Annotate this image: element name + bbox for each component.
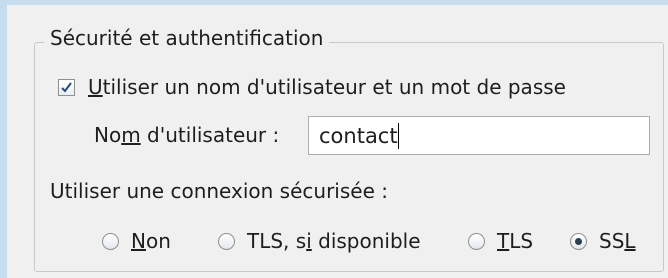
- use-credentials-checkbox[interactable]: Utiliser un nom d'utilisateur et un mot …: [58, 74, 566, 100]
- username-value: contact: [319, 124, 398, 148]
- radio-option-tls-if-available[interactable]: TLS, si disponible: [218, 228, 421, 254]
- checkmark-icon: [61, 81, 72, 93]
- radio-label-tls-if-available[interactable]: TLS, si disponible: [247, 228, 421, 254]
- connection-label: Utiliser une connexion sécurisée :: [50, 179, 388, 203]
- radio-button[interactable]: [102, 232, 119, 250]
- radio-label-tls[interactable]: TLS: [497, 228, 533, 254]
- radio-button[interactable]: [468, 232, 485, 250]
- radio-button[interactable]: [570, 232, 587, 250]
- radio-label-none[interactable]: Non: [131, 228, 171, 254]
- window-border-left: [0, 0, 7, 278]
- username-label: Nom d'utilisateur :: [94, 123, 280, 147]
- radio-label-ssl[interactable]: SSL: [599, 228, 636, 254]
- username-input[interactable]: contact: [308, 116, 650, 155]
- radio-option-ssl[interactable]: SSL: [570, 228, 636, 254]
- window-border-top: [0, 0, 668, 5]
- checkbox-box[interactable]: [58, 78, 75, 96]
- radio-button[interactable]: [218, 232, 235, 250]
- use-credentials-label[interactable]: Utiliser un nom d'utilisateur et un mot …: [88, 74, 566, 100]
- radio-option-tls[interactable]: TLS: [468, 228, 533, 254]
- radio-option-none[interactable]: Non: [102, 228, 171, 254]
- groupbox-title: Sécurité et authentification: [44, 25, 330, 51]
- radio-dot-icon: [575, 237, 582, 245]
- text-caret: [397, 123, 399, 149]
